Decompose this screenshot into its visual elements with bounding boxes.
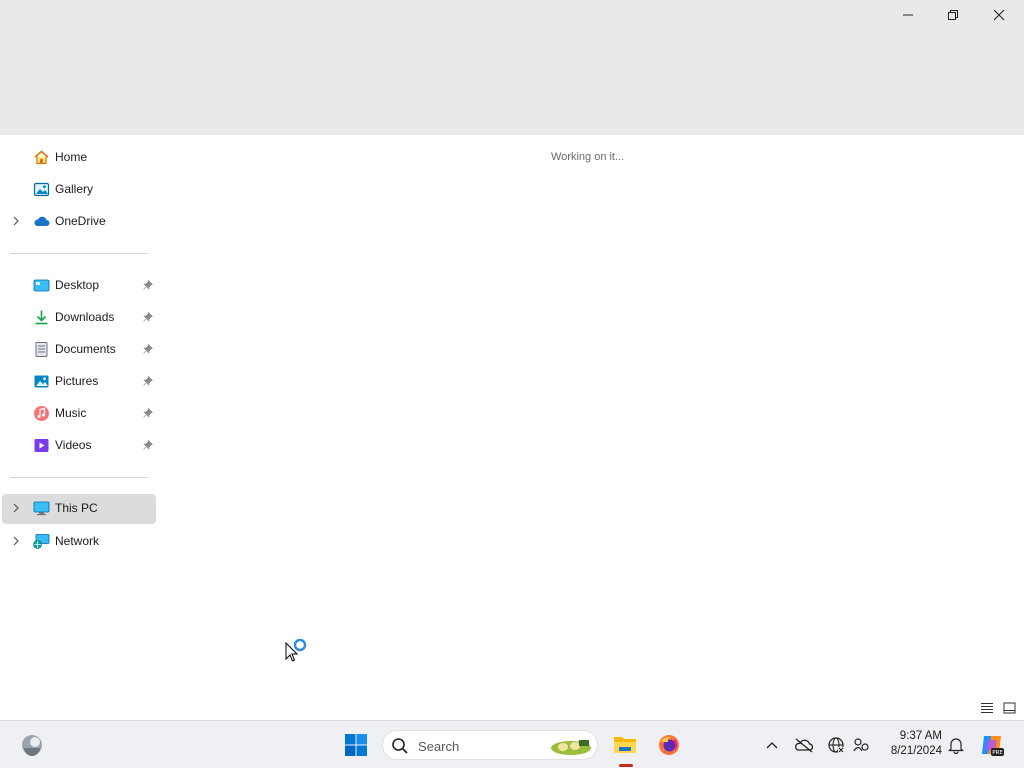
- search-highlight-icon: [549, 734, 593, 758]
- sidebar-divider: [10, 253, 148, 254]
- windows-start-icon: [345, 734, 367, 756]
- taskbar-clock[interactable]: 9:37 AM 8/21/2024: [880, 729, 942, 759]
- chevron-up-icon: [766, 742, 778, 749]
- close-button[interactable]: [976, 0, 1022, 30]
- restore-button[interactable]: [930, 0, 976, 30]
- music-icon: [33, 405, 50, 422]
- close-icon: [993, 9, 1005, 21]
- desktop-folder-icon: [33, 277, 50, 294]
- start-button[interactable]: [338, 727, 374, 763]
- sidebar-item-onedrive[interactable]: OneDrive: [2, 207, 156, 235]
- pictures-icon: [33, 373, 50, 390]
- copilot-pre-icon: PRE: [982, 736, 1004, 756]
- widgets-icon: [22, 735, 42, 756]
- onedrive-cloud-icon: [33, 213, 50, 230]
- sidebar-item-videos[interactable]: Videos: [2, 431, 156, 459]
- videos-icon: [33, 437, 50, 454]
- sidebar-item-home[interactable]: Home: [2, 143, 156, 171]
- pin-icon[interactable]: [142, 407, 154, 419]
- firefox-icon: [659, 735, 679, 755]
- search-icon: [391, 737, 409, 755]
- chevron-right-icon[interactable]: [10, 215, 22, 227]
- sidebar-item-label: This PC: [55, 501, 98, 515]
- sidebar-item-desktop[interactable]: Desktop: [2, 271, 156, 299]
- sidebar-item-label: Network: [55, 534, 100, 548]
- search-placeholder: Search: [418, 739, 460, 754]
- title-bar: [0, 0, 1024, 135]
- sidebar-item-label: Gallery: [55, 182, 94, 196]
- sidebar-item-gallery[interactable]: Gallery: [2, 175, 156, 203]
- notification-bell-icon: [948, 738, 964, 754]
- sidebar-item-label: Videos: [55, 438, 92, 452]
- pin-icon[interactable]: [142, 439, 154, 451]
- network-tray-button[interactable]: [826, 735, 846, 755]
- firefox-taskbar-button[interactable]: [651, 727, 687, 763]
- restore-icon: [948, 10, 958, 20]
- tiles-view-icon: [1003, 702, 1015, 714]
- copilot-button[interactable]: PRE: [979, 732, 1005, 758]
- sidebar-item-network[interactable]: Network: [2, 527, 156, 555]
- details-view-button[interactable]: [978, 699, 996, 717]
- file-explorer-icon: [614, 737, 636, 753]
- minimize-button[interactable]: [885, 0, 931, 30]
- show-hidden-icons-button[interactable]: [762, 735, 782, 755]
- sidebar-item-label: Desktop: [55, 278, 100, 292]
- sidebar-item-music[interactable]: Music: [2, 399, 156, 427]
- active-app-indicator: [619, 764, 633, 767]
- details-view-icon: [981, 703, 993, 713]
- taskbar: Search 9:37 AM 8/21/2024 PRE: [0, 720, 1024, 768]
- accessibility-tray-button[interactable]: [851, 735, 871, 755]
- sidebar-item-label: Pictures: [55, 374, 99, 388]
- sidebar-item-label: Documents: [55, 342, 116, 356]
- sidebar-item-label: Home: [55, 150, 88, 164]
- sidebar-item-label: Music: [55, 406, 87, 420]
- onedrive-tray-button[interactable]: [794, 735, 814, 755]
- sidebar-item-label: Downloads: [55, 310, 115, 324]
- loading-status-text: Working on it...: [551, 151, 625, 163]
- sidebar-divider: [10, 477, 148, 478]
- svg-text:PRE: PRE: [992, 750, 1003, 756]
- documents-icon: [33, 341, 50, 358]
- downloads-icon: [33, 309, 50, 326]
- sidebar-item-documents[interactable]: Documents: [2, 335, 156, 363]
- sidebar-item-this-pc[interactable]: This PC: [2, 494, 156, 524]
- chevron-right-icon[interactable]: [10, 535, 22, 547]
- chevron-right-icon[interactable]: [10, 502, 22, 514]
- sidebar-item-downloads[interactable]: Downloads: [2, 303, 156, 331]
- widgets-button[interactable]: [14, 727, 50, 763]
- pin-icon[interactable]: [142, 343, 154, 355]
- home-icon: [33, 149, 50, 166]
- clock-date: 8/21/2024: [890, 745, 942, 757]
- minimize-icon: [903, 14, 913, 16]
- pin-icon[interactable]: [142, 375, 154, 387]
- notifications-button[interactable]: [946, 735, 966, 755]
- sidebar-item-label: OneDrive: [55, 214, 106, 228]
- file-explorer-taskbar-button[interactable]: [607, 727, 643, 763]
- busy-cursor-icon: [284, 636, 310, 666]
- network-globe-icon: [828, 737, 844, 753]
- pin-icon[interactable]: [142, 279, 154, 291]
- pin-icon[interactable]: [142, 311, 154, 323]
- network-icon: [33, 533, 50, 550]
- onedrive-offline-icon: [794, 738, 814, 753]
- tiles-view-button[interactable]: [1000, 699, 1018, 717]
- clock-time: 9:37 AM: [899, 730, 942, 742]
- taskbar-search-box[interactable]: Search: [382, 730, 598, 760]
- sidebar-item-pictures[interactable]: Pictures: [2, 367, 156, 395]
- accessibility-icon: [853, 738, 869, 752]
- gallery-icon: [33, 181, 50, 198]
- navigation-pane: Home Gallery OneDrive Desktop Downloads …: [0, 135, 160, 720]
- this-pc-icon: [33, 500, 50, 517]
